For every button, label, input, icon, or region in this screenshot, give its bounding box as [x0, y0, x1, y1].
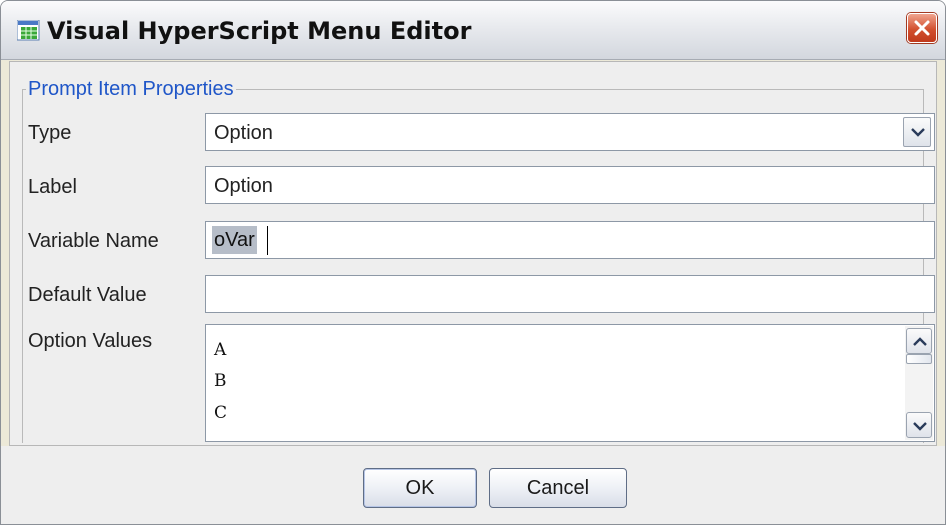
default-value-input[interactable]	[205, 275, 935, 313]
ok-button[interactable]: OK	[363, 468, 477, 508]
cancel-button[interactable]: Cancel	[489, 468, 627, 508]
title-bar[interactable]: Visual HyperScript Menu Editor	[1, 1, 945, 60]
variable-name-value: oVar	[212, 226, 257, 254]
default-value-label: Default Value	[28, 284, 147, 306]
scroll-thumb[interactable]	[906, 354, 932, 364]
option-value-line: A	[214, 340, 227, 360]
close-button[interactable]	[907, 13, 937, 43]
spreadsheet-grid-icon	[16, 19, 41, 42]
option-values-textarea[interactable]: A B C	[205, 324, 935, 442]
type-label: Type	[28, 122, 72, 144]
scroll-down-button[interactable]	[906, 412, 932, 438]
editor-window: Visual HyperScript Menu Editor Prompt It…	[0, 0, 946, 525]
type-select[interactable]: Option	[205, 113, 935, 151]
text-caret	[267, 226, 268, 255]
option-value-line: B	[214, 371, 227, 391]
type-select-value: Option	[214, 122, 273, 144]
option-value-line: C	[214, 403, 228, 423]
label-input-value: Option	[214, 175, 273, 197]
type-dropdown-button[interactable]	[903, 117, 931, 147]
variable-name-label: Variable Name	[28, 230, 159, 252]
variable-name-input[interactable]: oVar	[205, 221, 935, 259]
scroll-up-button[interactable]	[906, 328, 932, 354]
label-input[interactable]: Option	[205, 166, 935, 204]
button-bar: OK Cancel	[1, 446, 945, 524]
label-label: Label	[28, 176, 77, 198]
group-title: Prompt Item Properties	[26, 78, 236, 101]
prompt-item-properties-group: Prompt Item Properties Type Option Label…	[9, 61, 937, 446]
option-values-label: Option Values	[28, 330, 153, 352]
option-values-scrollbar[interactable]	[905, 326, 933, 440]
window-title: Visual HyperScript Menu Editor	[47, 17, 472, 45]
dialog-content: Prompt Item Properties Type Option Label…	[9, 61, 937, 446]
